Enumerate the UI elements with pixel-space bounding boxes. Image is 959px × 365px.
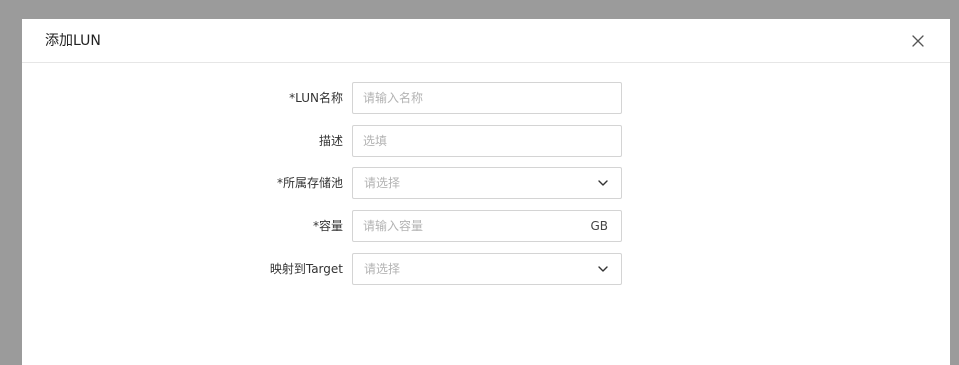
form-row-lun-name: *LUN名称: [22, 82, 950, 114]
lun-name-label: *LUN名称: [289, 91, 343, 105]
description-label: 描述: [318, 134, 343, 148]
chevron-down-icon: [598, 266, 608, 272]
close-icon: [912, 35, 924, 47]
chevron-down-icon: [598, 180, 608, 186]
capacity-input[interactable]: [353, 211, 621, 241]
dialog-header: 添加LUN: [22, 19, 950, 63]
capacity-unit: GB: [590, 219, 608, 233]
description-field[interactable]: [352, 125, 622, 157]
form-row-storage-pool: *所属存储池 请选择: [22, 167, 950, 199]
target-select[interactable]: 请选择: [352, 253, 622, 285]
form-row-description: 描述: [22, 125, 950, 157]
capacity-label: *容量: [312, 219, 343, 233]
description-input[interactable]: [353, 126, 621, 156]
target-selected: 请选择: [364, 262, 401, 276]
close-button[interactable]: [908, 31, 928, 51]
storage-pool-label: *所属存储池: [276, 176, 343, 190]
capacity-field[interactable]: GB: [352, 210, 622, 242]
add-lun-dialog: 添加LUN *LUN名称 描述 *所属存储池 请选择 *容量: [22, 19, 950, 365]
target-label: 映射到Target: [269, 262, 343, 276]
dialog-title: 添加LUN: [45, 33, 101, 49]
lun-name-field[interactable]: [352, 82, 622, 114]
lun-name-input[interactable]: [353, 83, 621, 113]
form-row-target: 映射到Target 请选择: [22, 253, 950, 285]
storage-pool-selected: 请选择: [364, 176, 401, 190]
form-row-capacity: *容量 GB: [22, 210, 950, 242]
storage-pool-select[interactable]: 请选择: [352, 167, 622, 199]
